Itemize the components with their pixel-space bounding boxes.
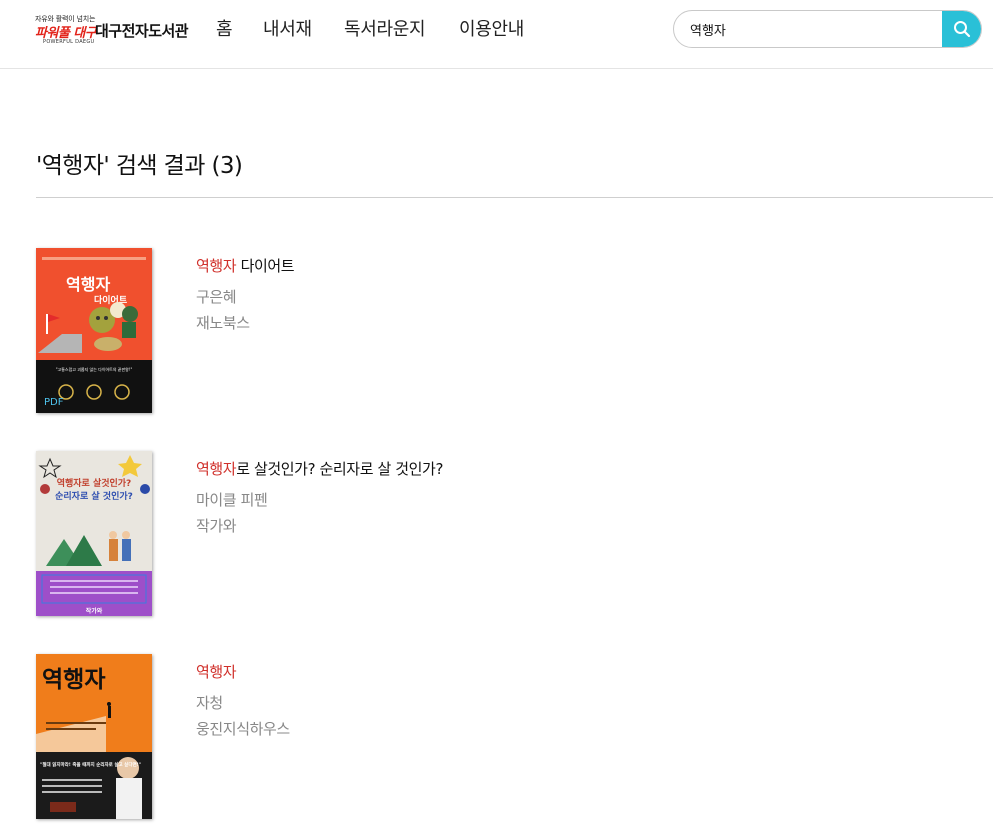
cover-line1: 역행자로 살것인가?: [57, 477, 132, 489]
search-result-item: 역행자로 살것인가? 순리자로 살 것인가? 작가와 역행자로 살것인가? 순리…: [36, 451, 976, 621]
book-publisher: 작가와: [196, 517, 237, 535]
search-button[interactable]: [942, 11, 981, 47]
cover-title: 역행자: [42, 667, 105, 693]
title-highlight: 역행자: [196, 460, 237, 478]
nav-home[interactable]: 홈: [216, 15, 233, 41]
book-author: 마이클 피펜: [196, 491, 268, 509]
library-name: 대구전자도서관: [95, 22, 189, 40]
title-highlight: 역행자: [196, 257, 237, 275]
book-cover[interactable]: 역행자 다이어트 "고통스럽고 괴롭지 않는 다이어트의 끝판왕!" PDF: [36, 248, 152, 413]
book-cover[interactable]: 역행자로 살것인가? 순리자로 살 것인가? 작가와: [36, 451, 152, 616]
divider: [36, 197, 993, 198]
title-rest: 로 살것인가? 순리자로 살 것인가?: [236, 460, 443, 478]
nav-my-library[interactable]: 내서재: [263, 15, 312, 41]
site-logo[interactable]: 자유와 활력이 넘치는 파워풀 대구 POWERFUL DAEGU 대구전자도서…: [35, 14, 195, 54]
nav-reading-lounge[interactable]: 독서라운지: [344, 15, 426, 41]
cover-publisher-mark: 작가와: [86, 607, 103, 615]
cover-tagline: "고통스럽고 괴롭지 않는 다이어트의 끝판왕!": [56, 366, 133, 372]
search-result-title: '역행자' 검색 결과 (3): [36, 153, 243, 179]
search-box: [673, 10, 982, 48]
cover-line2: 순리자로 살 것인가?: [55, 490, 133, 502]
search-icon: [954, 21, 971, 38]
title-highlight: 역행자: [196, 663, 237, 681]
book-author: 자청: [196, 694, 223, 712]
title-rest: 다이어트: [236, 257, 295, 275]
cover-pdf-badge: PDF: [44, 397, 64, 408]
book-cover[interactable]: 역행자 "절대 읽지마라! 죽을 때까지 순리자로 살고 싶다면!": [36, 654, 152, 819]
search-input[interactable]: [690, 11, 940, 47]
cover-quote: "절대 읽지마라! 죽을 때까지 순리자로 살고 싶다면!": [40, 761, 141, 768]
logo-brand-sub: POWERFUL DAEGU: [43, 39, 95, 45]
book-title[interactable]: 역행자: [196, 661, 237, 682]
site-header: 자유와 활력이 넘치는 파워풀 대구 POWERFUL DAEGU 대구전자도서…: [0, 0, 993, 69]
book-publisher: 웅진지식하우스: [196, 720, 290, 738]
search-result-item: 역행자 다이어트 "고통스럽고 괴롭지 않는 다이어트의 끝판왕!" PDF 역…: [36, 248, 976, 418]
nav-usage-guide[interactable]: 이용안내: [459, 15, 524, 41]
book-author: 구은혜: [196, 288, 237, 306]
search-result-item: 역행자 "절대 읽지마라! 죽을 때까지 순리자로 살고 싶다면!" 역행자 자…: [36, 654, 976, 824]
book-publisher: 재노북스: [196, 314, 250, 332]
book-title[interactable]: 역행자 다이어트: [196, 255, 295, 276]
cover-title: 역행자: [66, 275, 110, 294]
book-title[interactable]: 역행자로 살것인가? 순리자로 살 것인가?: [196, 458, 443, 479]
